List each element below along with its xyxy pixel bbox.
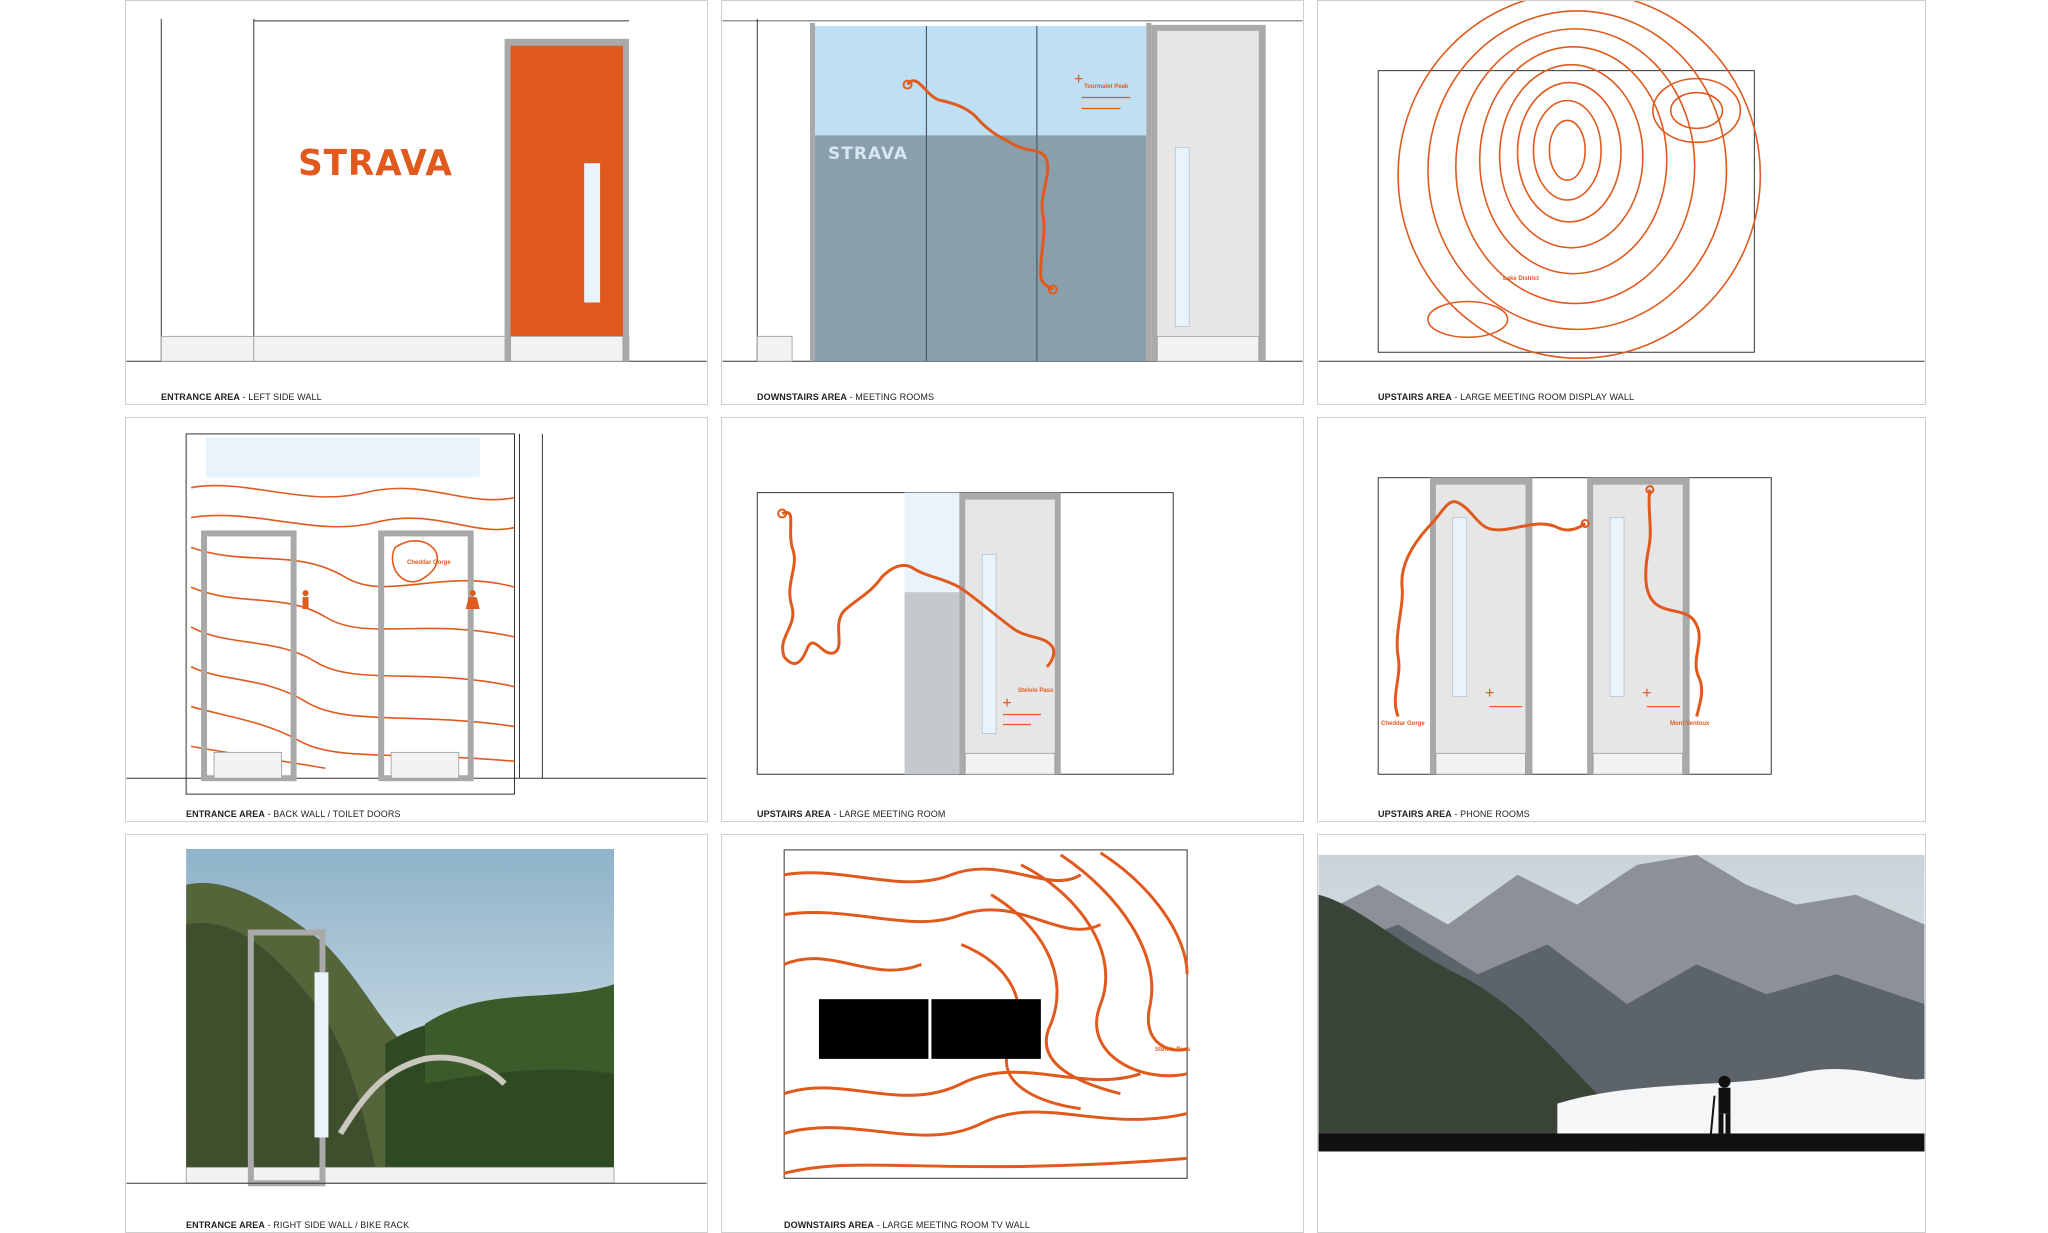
- caption-desc: - LARGE MEETING ROOM DISPLAY WALL: [1451, 392, 1635, 402]
- glass-wall-film: [814, 135, 1147, 362]
- elevation-drawing: [1377, 477, 1772, 775]
- contour-label: Lake District: [1503, 276, 1540, 282]
- strava-logo: STRAVA: [298, 143, 453, 184]
- route-label-left: Cheddar Gorge: [1381, 721, 1425, 727]
- panel-upstairs-large-meeting-room: Stelvio Pass UPSTAIRS AREA - LARGE MEETI…: [721, 417, 1304, 822]
- panel-caption: ENTRANCE AREA - RIGHT SIDE WALL / BIKE R…: [186, 1220, 707, 1232]
- tv-screen-right: [931, 999, 1041, 1059]
- elevation-drawing: [783, 849, 1189, 1179]
- strava-logo-frosted: STRAVA: [828, 144, 909, 164]
- caption-area: UPSTAIRS AREA: [757, 809, 831, 819]
- panel-upstairs-display-wall: Lake District UPSTAIRS AREA - LARGE MEET…: [1317, 0, 1926, 405]
- caption-area: DOWNSTAIRS AREA: [757, 392, 847, 402]
- caption-area: ENTRANCE AREA: [161, 392, 240, 402]
- door-glass-panel: [584, 163, 601, 303]
- caption-area: ENTRANCE AREA: [186, 809, 265, 819]
- panel-caption: ENTRANCE AREA - LEFT SIDE WALL: [161, 392, 707, 404]
- tv-screen-left: [818, 999, 929, 1059]
- caption-desc: - MEETING ROOMS: [847, 392, 935, 402]
- elevation-drawing: [756, 492, 1174, 775]
- orange-door: [510, 45, 623, 337]
- glass-wall-top: [814, 25, 1147, 136]
- panel-caption: UPSTAIRS AREA - LARGE MEETING ROOM: [757, 809, 1303, 821]
- route-label: Tourmalet Peak: [1084, 84, 1129, 90]
- caption-desc: - LARGE MEETING ROOM TV WALL: [874, 1220, 1030, 1230]
- panel-downstairs-meeting-rooms: STRAVA Tourmalet Peak DOWNSTAIRS AREA - …: [721, 0, 1304, 405]
- caption-desc: - RIGHT SIDE WALL / BIKE RACK: [264, 1220, 410, 1230]
- panel-entrance-left-wall: STRAVA ENTRANCE AREA - LEFT SIDE WALL: [125, 0, 708, 405]
- elevation-drawing: [1318, 1, 1925, 362]
- caption-desc: - LEFT SIDE WALL: [239, 392, 322, 402]
- panel-mountain-photo: [1317, 834, 1926, 1233]
- caption-desc: - BACK WALL / TOILET DOORS: [264, 809, 401, 819]
- caption-area: DOWNSTAIRS AREA: [784, 1220, 874, 1230]
- panel-upstairs-phone-rooms: Cheddar Gorge Mont Ventoux UPSTAIRS AREA…: [1317, 417, 1926, 822]
- route-label: Stelvio Pass: [1018, 688, 1054, 694]
- route-label: Stelvio Pass: [1155, 1047, 1191, 1053]
- caption-desc: - PHONE ROOMS: [1451, 809, 1530, 819]
- mountain-hiker-photo: [1318, 854, 1925, 1152]
- caption-desc: - LARGE MEETING ROOM: [830, 809, 946, 819]
- toilet-route-label: Cheddar Gorge: [407, 560, 451, 566]
- elevation-drawing: [126, 433, 707, 795]
- route-label-right: Mont Ventoux: [1670, 721, 1710, 727]
- panel-caption: DOWNSTAIRS AREA - LARGE MEETING ROOM TV …: [784, 1220, 1303, 1232]
- male-figure-icon: [302, 590, 309, 610]
- panel-caption: ENTRANCE AREA - BACK WALL / TOILET DOORS: [186, 809, 707, 821]
- panel-caption: DOWNSTAIRS AREA - MEETING ROOMS: [757, 392, 1303, 404]
- elevation-drawing: [126, 18, 707, 362]
- caption-area: UPSTAIRS AREA: [1378, 392, 1452, 402]
- panel-caption: UPSTAIRS AREA - PHONE ROOMS: [1378, 809, 1925, 821]
- panel-downstairs-tv-wall: Stelvio Pass DOWNSTAIRS AREA - LARGE MEE…: [721, 834, 1304, 1233]
- caption-area: ENTRANCE AREA: [186, 1220, 265, 1230]
- panel-entrance-toilet-doors: Cheddar Gorge ENTRANCE AREA - BACK WALL …: [125, 417, 708, 822]
- panel-entrance-right-wall: ENTRANCE AREA - RIGHT SIDE WALL / BIKE R…: [125, 834, 708, 1233]
- elevation-drawing: [126, 848, 707, 1187]
- elevation-drawing: [722, 18, 1303, 362]
- panel-caption: UPSTAIRS AREA - LARGE MEETING ROOM DISPL…: [1378, 392, 1925, 404]
- caption-area: UPSTAIRS AREA: [1378, 809, 1452, 819]
- top-glazing: [206, 437, 480, 478]
